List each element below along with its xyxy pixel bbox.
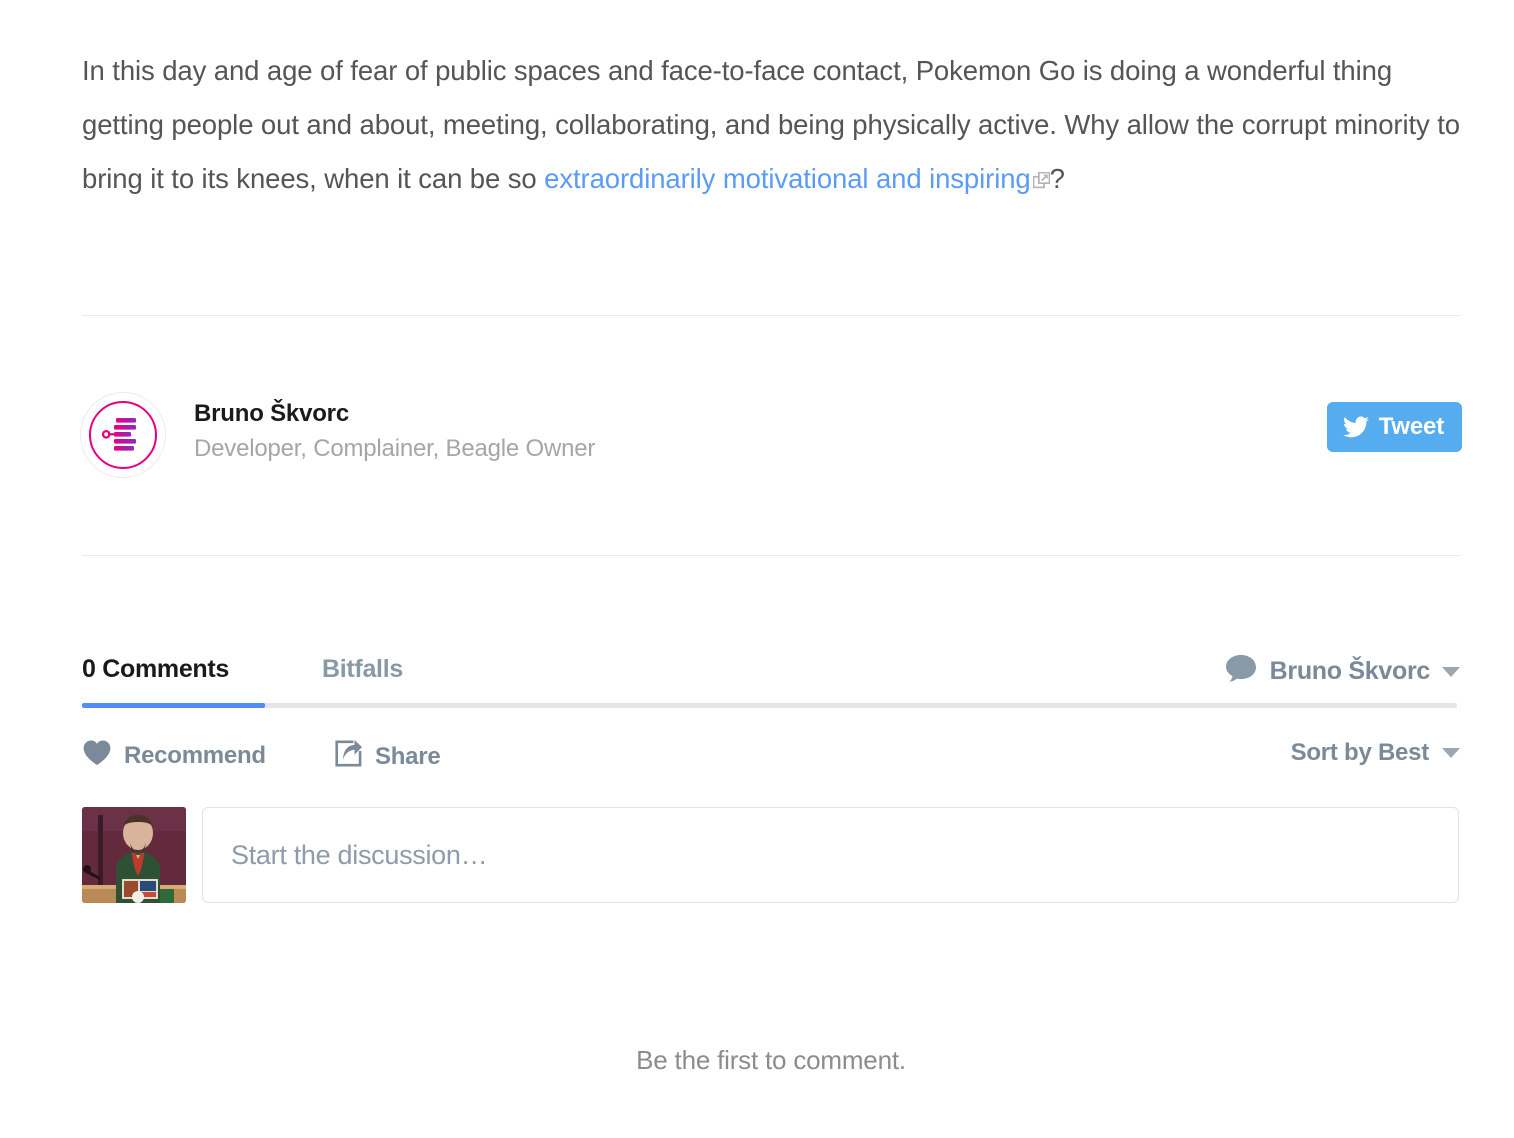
author-bio: Bruno Škvorc Developer, Complainer, Beag… — [80, 392, 1462, 482]
comments-header: 0 Comments Bitfalls Bruno Škvorc — [82, 645, 1460, 713]
chevron-down-icon — [1442, 666, 1460, 677]
disqus-user-menu[interactable]: Bruno Škvorc — [1224, 653, 1460, 690]
link-label: extraordinarily motivational and inspiri… — [544, 162, 1031, 194]
disqus-comments-widget: 0 Comments Bitfalls Bruno Škvorc Recomme… — [82, 645, 1460, 1075]
extraordinarily-motivational-link[interactable]: extraordinarily motivational and inspiri… — [544, 162, 1031, 194]
article-paragraph: In this day and age of fear of public sp… — [82, 44, 1460, 206]
share-label: Share — [375, 743, 441, 770]
author-tagline: Developer, Complainer, Beagle Owner — [194, 435, 596, 462]
external-link-icon — [1032, 153, 1050, 188]
share-icon — [334, 739, 363, 775]
user-photo-avatar[interactable] — [82, 807, 186, 903]
tab-comments[interactable]: 0 Comments — [82, 655, 229, 684]
recommend-label: Recommend — [124, 742, 266, 769]
tweet-button[interactable]: Tweet — [1326, 402, 1462, 452]
comment-input[interactable]: Start the discussion… — [202, 807, 1459, 903]
tabs-rule — [82, 703, 1457, 708]
speech-bubble-icon — [1224, 653, 1258, 690]
share-button[interactable]: Share — [334, 739, 441, 775]
comment-compose-row: Start the discussion… — [82, 807, 1460, 903]
divider-below-author — [82, 555, 1460, 556]
sort-dropdown[interactable]: Sort by Best — [1291, 739, 1460, 767]
disqus-user-name: Bruno Škvorc — [1269, 657, 1431, 685]
sort-label: Sort by Best — [1290, 739, 1430, 766]
divider-above-author — [82, 315, 1460, 316]
bitfalls-logo-bars-icon — [101, 418, 136, 451]
tabs-active-underline — [82, 703, 265, 708]
empty-comments-message: Be the first to comment. — [636, 1045, 906, 1075]
tab-bitfalls[interactable]: Bitfalls — [322, 655, 403, 684]
author-name: Bruno Škvorc — [194, 400, 349, 427]
comment-input-placeholder: Start the discussion… — [231, 839, 488, 870]
comment-actions-row: Recommend Share Sort by Best — [82, 739, 1460, 801]
twitter-bird-icon — [1342, 416, 1369, 438]
avatar[interactable] — [80, 392, 166, 478]
heart-icon — [82, 739, 112, 773]
chevron-down-icon — [1442, 748, 1460, 758]
paragraph-text-after-link: ? — [1049, 162, 1065, 194]
article-footer-page: In this day and age of fear of public sp… — [0, 0, 1514, 1138]
tweet-button-label: Tweet — [1378, 413, 1444, 440]
recommend-button[interactable]: Recommend — [82, 739, 266, 773]
